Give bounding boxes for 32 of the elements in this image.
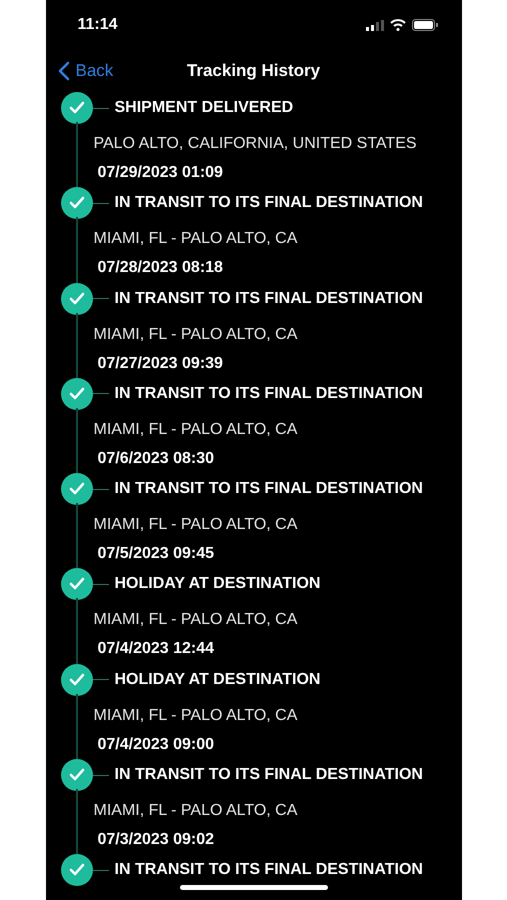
status-time: 11:14 (78, 15, 118, 35)
event-location: MIAMI, FL - PALO ALTO, CA (92, 420, 298, 440)
event-title: SHIPMENT DELIVERED (114, 98, 294, 118)
battery-icon (412, 19, 438, 31)
event-datetime: 07/28/2023 08:18 (96, 258, 224, 278)
event-title: HOLIDAY AT DESTINATION (114, 670, 320, 690)
event-datetime: 07/4/2023 09:00 (96, 734, 216, 755)
event-datetime: 07/6/2023 08:30 (96, 448, 216, 469)
event-title: HOLIDAY AT DESTINATION (114, 574, 320, 594)
event-title: IN TRANSIT TO ITS FINAL DESTINATION (114, 860, 423, 880)
event-datetime: 07/3/2023 09:02 (96, 830, 216, 850)
signal-icon (366, 20, 384, 30)
event-location: MIAMI, FL - PALO ALTO, CA (92, 515, 298, 536)
chevron-left-icon (58, 61, 70, 81)
event-datetime: 07/27/2023 09:39 (96, 354, 224, 374)
event-title: IN TRANSIT TO ITS FINAL DESTINATION (114, 193, 423, 214)
wifi-icon (390, 19, 406, 31)
event-location: MIAMI, FL - PALO ALTO, CA (92, 229, 298, 250)
event-title: IN TRANSIT TO ITS FINAL DESTINATION (114, 479, 423, 500)
back-button[interactable]: Back (46, 58, 114, 84)
event-datetime: 07/5/2023 09:45 (96, 544, 216, 564)
event-title: IN TRANSIT TO ITS FINAL DESTINATION (114, 384, 423, 404)
event-location: MIAMI, FL - PALO ALTO, CA (92, 324, 298, 345)
event-title: IN TRANSIT TO ITS FINAL DESTINATION (114, 288, 423, 309)
event-datetime: 07/4/2023 12:44 (96, 639, 216, 660)
event-location: PALO ALTO, CALIFORNIA, UNITED STATES (92, 134, 418, 154)
page-title: Tracking History (186, 60, 320, 82)
event-location: MIAMI, FL - PALO ALTO, CA (92, 610, 298, 630)
event-datetime: 07/29/2023 01:09 (96, 163, 224, 183)
event-location: MIAMI, FL - PALO ALTO, CA (92, 706, 298, 726)
event-title: IN TRANSIT TO ITS FINAL DESTINATION (114, 765, 423, 786)
event-location: MIAMI, FL - PALO ALTO, CA (92, 801, 298, 822)
